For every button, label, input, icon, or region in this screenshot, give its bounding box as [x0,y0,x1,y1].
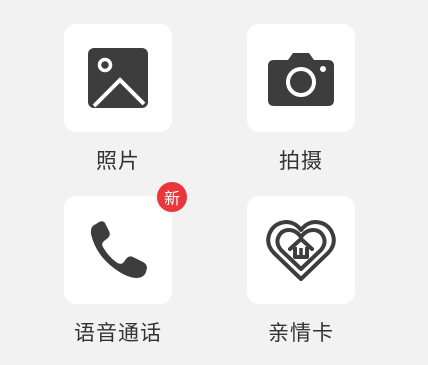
photo-icon [88,48,148,108]
phone-icon [90,221,147,278]
photos-app-label: 照片 [96,149,140,173]
photos-app-button[interactable] [64,24,172,132]
voice-call-app-button[interactable] [64,196,172,304]
camera-app-label: 拍摄 [279,149,323,173]
heart-home-icon [266,220,336,281]
voice-call-app-label: 语音通话 [74,321,162,345]
new-badge: 新 [155,180,189,214]
camera-app-button[interactable] [247,24,355,132]
family-card-app-label: 亲情卡 [268,321,334,345]
family-card-app-button[interactable] [247,196,355,304]
camera-icon [268,53,334,106]
